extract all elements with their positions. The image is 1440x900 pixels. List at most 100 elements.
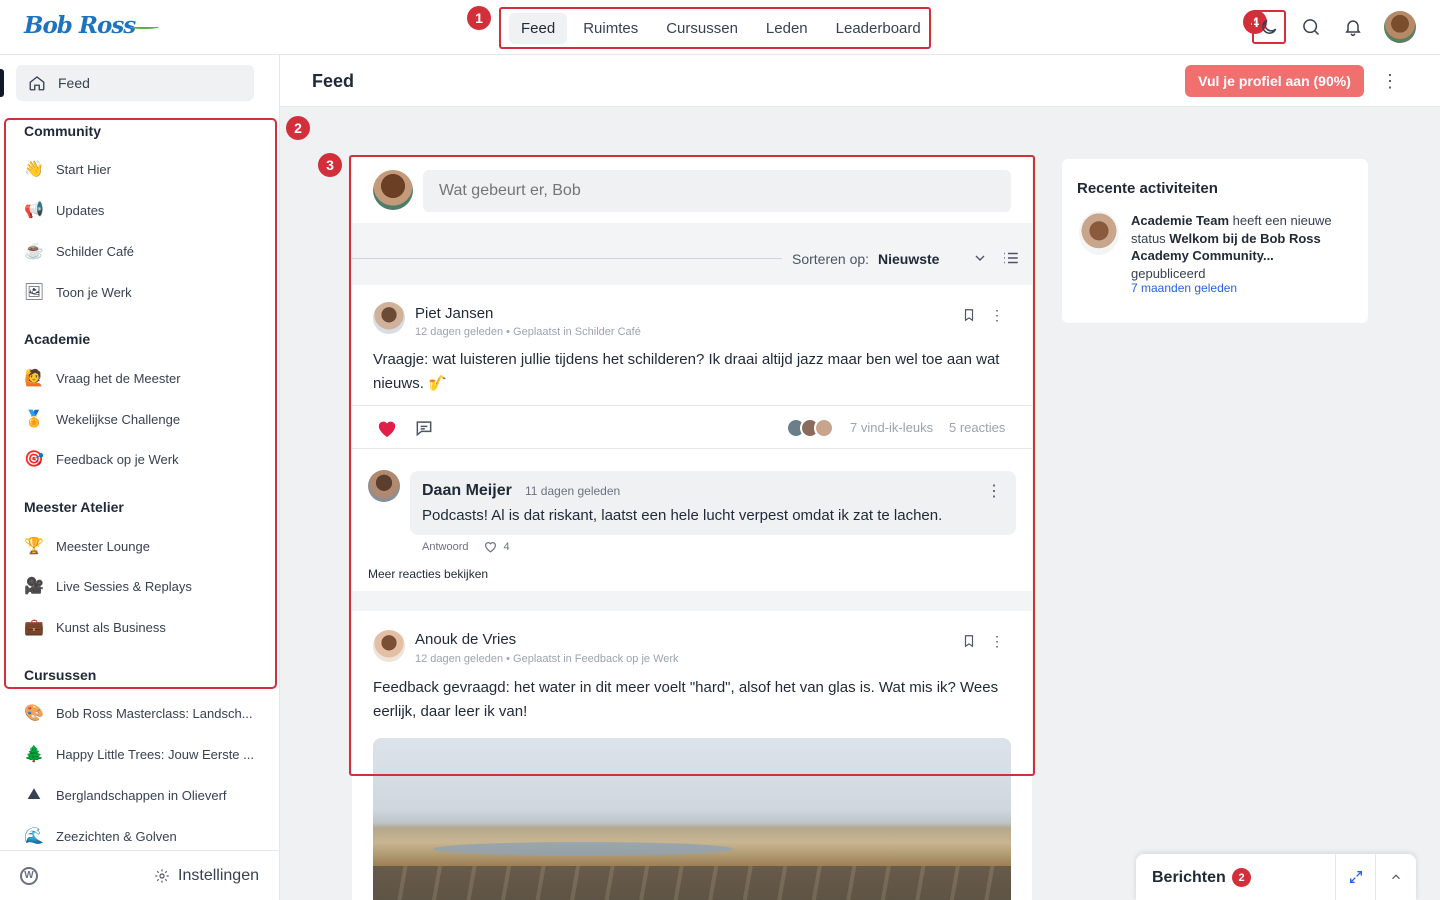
header-more-menu[interactable]: ⋮ [1380, 69, 1400, 93]
nav-ruimtes[interactable]: Ruimtes [571, 13, 650, 44]
dark-mode-toggle[interactable] [1252, 10, 1286, 44]
post-image[interactable] [373, 738, 1011, 900]
home-icon [29, 76, 45, 91]
picture-icon: 🖼 [24, 284, 45, 301]
post-meta: 12 dagen geleden • Geplaatst in Feedback… [415, 653, 679, 665]
divider [352, 258, 782, 259]
sidebar-item-kunst-als-business[interactable]: 💼 Kunst als Business [24, 617, 254, 637]
chevron-up-icon [1392, 874, 1400, 880]
liker-avatar [814, 418, 834, 438]
sidebar-item-live-sessies[interactable]: 🎥 Live Sessies & Replays [24, 576, 254, 596]
composer-input[interactable] [423, 170, 1011, 212]
reply-button[interactable]: Antwoord [422, 541, 468, 553]
sidebar-footer: W Instellingen [0, 850, 279, 900]
sidebar-item-course-happy-little-trees[interactable]: 🌲 Happy Little Trees: Jouw Eerste ... [24, 744, 254, 764]
settings-link[interactable]: Instellingen [154, 867, 259, 885]
messages-dock[interactable]: Berichten 2 [1136, 854, 1416, 900]
logo-swash [129, 25, 160, 29]
sidebar-item-course-masterclass[interactable]: 🎨 Bob Ross Masterclass: Landsch... [24, 703, 254, 723]
post-card: Piet Jansen 12 dagen geleden • Geplaatst… [352, 285, 1032, 589]
post-author[interactable]: Anouk de Vries [415, 631, 516, 648]
sidebar-item-course-berglandschappen[interactable]: ⛰ Berglandschappen in Olieverf [24, 785, 254, 805]
briefcase-icon: 💼 [24, 619, 44, 636]
more-comments-link[interactable]: Meer reacties bekijken [368, 567, 488, 581]
marker-2: 2 [286, 116, 310, 140]
nav-feed[interactable]: Feed [509, 12, 568, 44]
comment-author[interactable]: Daan Meijer [422, 482, 512, 500]
sidebar-item-meester-lounge[interactable]: 🏆 Meester Lounge [24, 536, 254, 556]
activity-title: Recente activiteiten [1077, 180, 1218, 197]
messages-expand-button[interactable] [1335, 854, 1375, 900]
marker-3: 3 [318, 153, 342, 177]
logo[interactable]: Bob Ross [24, 12, 160, 39]
coffee-icon: ☕ [24, 243, 44, 260]
top-icons [1252, 10, 1416, 44]
group-title-meester-atelier: Meester Atelier [24, 499, 124, 515]
post-author[interactable]: Piet Jansen [415, 305, 493, 322]
list-view-icon[interactable] [1002, 249, 1020, 267]
comment-like-button[interactable]: 4 [484, 541, 510, 553]
sidebar-item-feedback-op-je-werk[interactable]: 🎯 Feedback op je Werk [24, 449, 254, 469]
heart-icon[interactable] [376, 418, 398, 438]
image-lake [433, 842, 733, 856]
activity-avatar[interactable] [1079, 211, 1119, 255]
activity-time-link[interactable]: 7 maanden geleden [1131, 281, 1237, 295]
sidebar-item-label: Feed [58, 75, 90, 91]
post-body: Feedback gevraagd: het water in dit meer… [373, 679, 999, 720]
sort-label: Sorteren op: [792, 251, 870, 267]
nav-leden[interactable]: Leden [754, 13, 820, 44]
post-more-menu[interactable]: ⋮ [990, 633, 1004, 649]
post-author-avatar[interactable] [373, 630, 405, 662]
group-title-cursussen: Cursussen [24, 667, 97, 683]
mountain-icon: ⛰ [27, 786, 41, 803]
post-author-avatar[interactable] [373, 302, 405, 334]
user-avatar-menu[interactable] [1384, 11, 1416, 43]
bell-icon [1345, 20, 1361, 37]
sidebar-item-feed[interactable]: Feed [16, 65, 254, 101]
sort-bar: Sorteren op: Nieuwste [352, 223, 1032, 285]
post-actions: ⋮ [962, 633, 1004, 649]
trophy-icon: 🏆 [24, 538, 44, 555]
messages-label: Berichten [1152, 869, 1226, 886]
video-camera-icon: 🎥 [24, 578, 44, 595]
sidebar: Feed 2 Community 👋 Start Hier 📢 Updates ☕ S… [0, 55, 310, 900]
nav-cursussen[interactable]: Cursussen [654, 13, 750, 44]
comment-more-menu[interactable]: ⋮ [986, 481, 1002, 501]
chevron-down-icon[interactable] [972, 250, 988, 266]
raised-hand-icon: 🙋 [24, 370, 44, 387]
search-button[interactable] [1294, 10, 1328, 44]
moon-icon [1262, 19, 1277, 34]
sidebar-item-course-zeezichten[interactable]: 🌊 Zeezichten & Golven [24, 826, 254, 846]
post-body: Vraagje: wat luisteren jullie tijdens he… [373, 351, 1000, 392]
sidebar-item-start-hier[interactable]: 👋 Start Hier [24, 159, 254, 179]
sidebar-item-toon-je-werk[interactable]: 🖼 Toon je Werk [24, 282, 254, 302]
bookmark-icon[interactable] [962, 633, 976, 649]
search-icon [1303, 19, 1320, 36]
wave-water-icon: 🌊 [24, 828, 44, 845]
post-separator [352, 591, 1032, 611]
sort-select[interactable]: Nieuwste [878, 251, 939, 267]
heart-outline-icon [485, 542, 497, 553]
sidebar-item-wekelijkse-challenge[interactable]: 🏅 Wekelijkse Challenge [24, 409, 254, 429]
comment-author-avatar[interactable] [368, 470, 400, 502]
bookmark-icon[interactable] [962, 307, 976, 323]
wave-icon: 👋 [24, 161, 44, 178]
liker-avatars[interactable] [786, 418, 834, 438]
feed-column: Sorteren op: Nieuwste Piet Jansen 12 dag… [352, 157, 1032, 900]
like-count[interactable]: 7 vind-ik-leuks [850, 420, 933, 435]
reaction-count[interactable]: 5 reacties [949, 420, 1005, 435]
comment-icon[interactable] [414, 418, 434, 438]
wordpress-icon[interactable]: W [20, 866, 38, 885]
sidebar-item-updates[interactable]: 📢 Updates [24, 200, 254, 220]
top-bar: Bob Ross 1 Feed Ruimtes Cursussen Leden … [0, 0, 1440, 55]
sidebar-item-vraag-het-de-meester[interactable]: 🙋 Vraag het de Meester [24, 368, 254, 388]
nav-leaderboard[interactable]: Leaderboard [824, 13, 933, 44]
messages-collapse-button[interactable] [1375, 854, 1416, 900]
main-nav: Feed Ruimtes Cursussen Leden Leaderboard [499, 7, 931, 49]
complete-profile-button[interactable]: Vul je profiel aan (90%) [1185, 65, 1364, 97]
medal-icon: 🏅 [24, 411, 44, 428]
megaphone-icon: 📢 [24, 202, 44, 219]
sidebar-item-schilder-cafe[interactable]: ☕ Schilder Café [24, 241, 254, 261]
notifications-button[interactable] [1336, 10, 1370, 44]
post-more-menu[interactable]: ⋮ [990, 307, 1004, 323]
